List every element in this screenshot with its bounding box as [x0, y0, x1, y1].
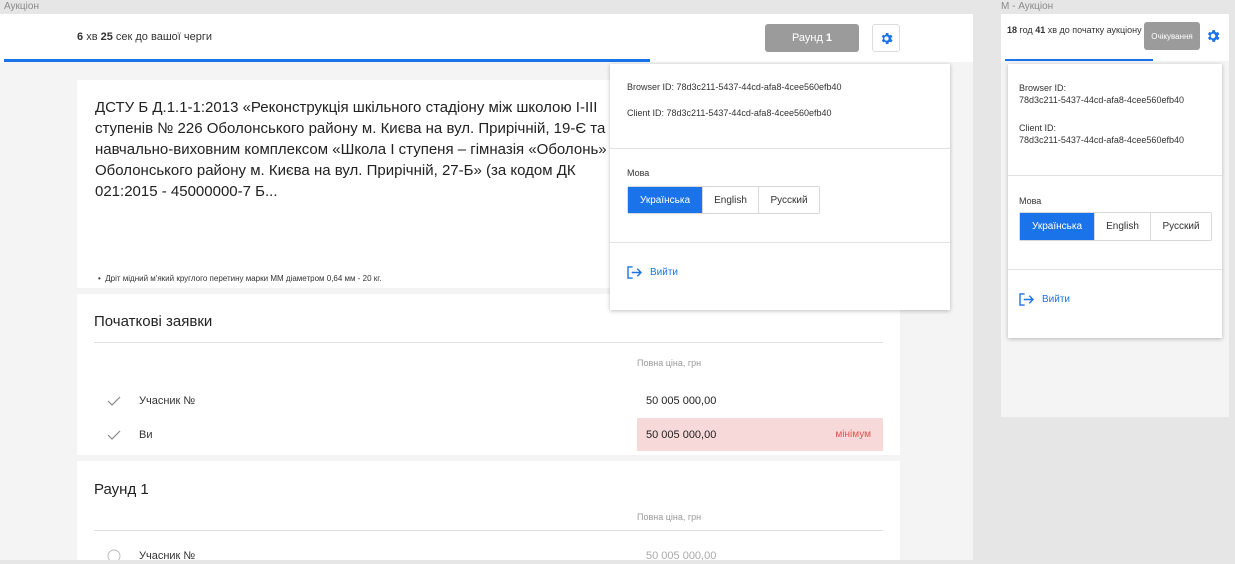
client-id: Client ID: 78d3c211-5437-44cd-afa8-4cee5… [627, 108, 832, 118]
gear-icon [881, 32, 893, 44]
round-button[interactable]: Раунд 1 [765, 24, 859, 52]
settings-dropdown: Browser ID: 78d3c211-5437-44cd-afa8-4cee… [610, 64, 950, 310]
round-button-label: Раунд [791, 32, 823, 44]
language-option-russian[interactable]: Русский [1151, 213, 1211, 240]
browser-id-label: Browser ID: [1019, 83, 1067, 93]
language-label: Мова [1019, 196, 1042, 206]
logout-icon [1019, 293, 1034, 306]
bid-price: 50 005 000,00 [637, 539, 883, 561]
bid-row: Учасник № 50 005 000,00 [94, 539, 883, 560]
participant-name: Учасник № [139, 549, 196, 561]
start-timer: 18 год 41 хв до початку аукціону [1007, 24, 1142, 36]
lot-title: ДСТУ Б Д.1.1-1:2013 «Реконструкція шкіль… [95, 99, 607, 200]
price-column-header: Повна ціна, грн [637, 358, 702, 368]
divider [1008, 175, 1222, 176]
browser-id-value: 78d3c211-5437-44cd-afa8-4cee560efb40 [1019, 95, 1184, 105]
waiting-status-button[interactable]: Очікування [1144, 22, 1200, 50]
price-column-header: Повна ціна, грн [637, 512, 702, 522]
mobile-auction-frame: 18 год 41 хв до початку аукціону Очікува… [1001, 14, 1229, 417]
bid-price-minimum: 50 005 000,00 мінімум [637, 418, 883, 451]
queue-progress-bar [4, 59, 650, 62]
timer-minutes: 41 [1035, 25, 1046, 35]
client-id-value: 78d3c211-5437-44cd-afa8-4cee560efb40 [1019, 135, 1184, 145]
timer-seconds: 25 [100, 31, 113, 43]
round-1-card: Раунд 1 Повна ціна, грн Учасник № 50 005… [77, 461, 900, 560]
client-id: Client ID: 78d3c211-5437-44cd-afa8-4cee5… [1019, 122, 1219, 146]
check-icon [94, 430, 134, 440]
lot-item: • Дріт мідний м'який круглого перетину м… [98, 274, 381, 283]
logout-label: Вийти [1042, 294, 1071, 305]
timer-minutes-unit: хв до початку аукціону [1047, 25, 1142, 35]
language-selector: Українська English Русский [1019, 212, 1212, 241]
circle-icon [94, 549, 134, 560]
timer-hours-unit: год [1019, 25, 1033, 35]
divider [1008, 269, 1222, 270]
round-button-number: 1 [825, 32, 833, 44]
check-icon [94, 396, 134, 406]
divider [94, 530, 883, 531]
settings-button[interactable] [872, 24, 900, 52]
language-option-russian[interactable]: Русский [759, 187, 819, 213]
participant-name: Ви [139, 428, 153, 441]
desktop-frame-label: Аукціон [4, 1, 39, 12]
timer-seconds-unit: сек до вашої черги [115, 31, 213, 43]
mobile-frame-label: M - Аукціон [1001, 1, 1054, 12]
browser-id-value: 78d3c211-5437-44cd-afa8-4cee560efb40 [676, 82, 842, 92]
bid-row: Учасник № 50 005 000,00 [94, 384, 883, 417]
mobile-settings-dropdown: Browser ID: 78d3c211-5437-44cd-afa8-4cee… [1008, 64, 1222, 338]
divider [610, 242, 950, 243]
language-option-ukrainian[interactable]: Українська [628, 187, 703, 213]
client-id-label: Client ID: [1019, 123, 1057, 133]
bid-row-own: Ви 50 005 000,00 мінімум [94, 418, 883, 451]
logout-icon [627, 266, 642, 279]
timer-minutes-unit: хв [86, 31, 98, 43]
initial-bids-card: Початкові заявки Повна ціна, грн Учасник… [77, 294, 900, 455]
logout-button[interactable]: Вийти [627, 266, 678, 279]
divider [610, 148, 950, 149]
round-1-title: Раунд 1 [94, 481, 149, 498]
timer-minutes: 6 [77, 31, 84, 43]
browser-id: Browser ID: 78d3c211-5437-44cd-afa8-4cee… [627, 82, 842, 92]
queue-timer: 6 хв 25 сек до вашої черги [77, 31, 212, 43]
divider [94, 342, 883, 343]
bid-price-value: 50 005 000,00 [646, 428, 717, 441]
browser-id-label: Browser ID: [627, 82, 675, 92]
lot-item-text: Дріт мідний м'який круглого перетину мар… [105, 274, 382, 283]
minimum-badge: мінімум [835, 429, 871, 440]
participant-name: Учасник № [139, 394, 196, 407]
language-selector: Українська English Русский [627, 186, 820, 214]
language-option-ukrainian[interactable]: Українська [1020, 213, 1095, 240]
initial-bids-title: Початкові заявки [94, 313, 213, 330]
auction-header: 6 хв 25 сек до вашої черги Раунд 1 [0, 14, 973, 62]
language-option-english[interactable]: English [703, 187, 759, 213]
language-label: Мова [627, 168, 650, 178]
browser-id: Browser ID: 78d3c211-5437-44cd-afa8-4cee… [1019, 82, 1219, 106]
client-id-value: 78d3c211-5437-44cd-afa8-4cee560efb40 [666, 108, 832, 118]
mobile-header: 18 год 41 хв до початку аукціону Очікува… [1001, 14, 1229, 61]
bid-price-value: 50 005 000,00 [646, 549, 717, 561]
gear-icon[interactable] [1205, 28, 1221, 44]
bid-price-value: 50 005 000,00 [646, 394, 717, 407]
bid-price: 50 005 000,00 [637, 384, 883, 417]
desktop-auction-frame: 6 хв 25 сек до вашої черги Раунд 1 ДСТУ … [0, 14, 973, 560]
logout-label: Вийти [650, 267, 679, 278]
client-id-label: Client ID: [627, 108, 665, 118]
logout-button[interactable]: Вийти [1019, 293, 1070, 306]
language-option-english[interactable]: English [1095, 213, 1151, 240]
start-progress-bar [1005, 59, 1153, 61]
timer-hours: 18 [1007, 25, 1018, 35]
